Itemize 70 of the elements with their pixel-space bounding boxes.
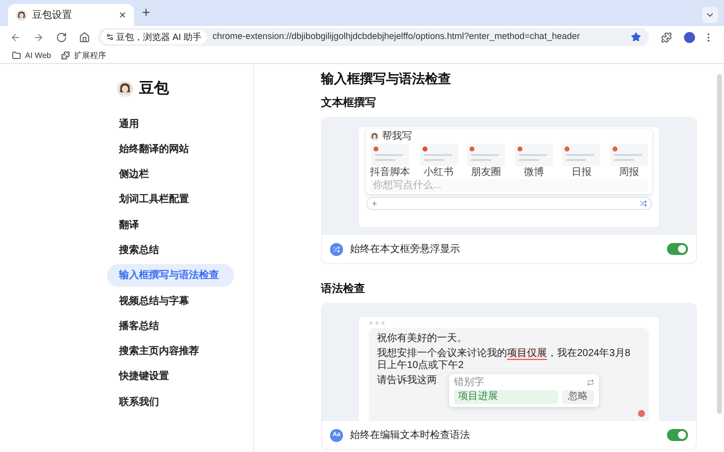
section-heading: 文本框撰写 — [321, 96, 377, 110]
template-thumbnail — [467, 144, 506, 166]
shuffle-icon — [640, 200, 647, 206]
toggle-switch[interactable] — [667, 243, 688, 255]
template-label: 抖音脚本 — [370, 166, 410, 178]
template-thumbnail — [562, 144, 600, 166]
message-text: 我想安排一个会议来讨论我的项目仅展，我在2024年3月8日上午10点或下午2 — [377, 348, 632, 372]
browser-tab[interactable]: 豆包设置 × — [8, 4, 134, 26]
template-label: 周报 — [618, 166, 639, 178]
bookmark-label: 扩展程序 — [74, 50, 106, 62]
reload-icon[interactable] — [56, 32, 67, 42]
extensions-icon[interactable] — [661, 32, 672, 42]
sidebar-item[interactable]: 划词工具栏配置 — [107, 188, 234, 212]
sidebar-item[interactable]: 通用 — [107, 112, 234, 136]
profile-avatar[interactable] — [684, 32, 695, 42]
sidebar-item[interactable]: 侧边栏 — [107, 163, 234, 186]
bookmark-star-icon[interactable] — [631, 32, 641, 42]
bookmark-item[interactable]: AI Web — [12, 50, 52, 62]
sidebar-item[interactable]: 播客总结 — [107, 314, 234, 338]
greeting-text: 祝你有美好的一天。 — [377, 333, 468, 345]
home-icon[interactable] — [79, 32, 90, 42]
sidebar-item[interactable]: 搜索主页内容推荐 — [107, 340, 234, 364]
puzzle-icon — [61, 51, 70, 60]
swap-icon — [587, 379, 594, 386]
tab-search-button[interactable] — [702, 7, 718, 23]
site-chip-label: 豆包，浏览器 AI 助手 — [116, 31, 202, 44]
sidebar-item[interactable]: 联系我们 — [107, 390, 234, 414]
popup-title: 错别字 — [454, 377, 484, 388]
avatar-icon — [370, 132, 379, 141]
brand-name: 豆包 — [139, 79, 169, 99]
template-label: 小红书 — [424, 166, 454, 178]
back-icon[interactable] — [10, 32, 21, 42]
sidebar-item[interactable]: 翻译 — [107, 214, 234, 237]
window-dots-icon — [369, 321, 387, 325]
popup-title: 帮我写 — [382, 130, 412, 142]
shuffle-icon — [330, 242, 343, 256]
avatar-icon — [16, 10, 27, 20]
sidebar-item[interactable]: 快捷键设置 — [107, 365, 234, 388]
option-label: 始终在编辑文本时检查语法 — [350, 428, 471, 442]
option-label: 始终在本文框旁悬浮显示 — [350, 242, 461, 256]
avatar-icon — [117, 81, 133, 98]
template-label: 微博 — [524, 166, 544, 178]
ignore-button[interactable]: 忽略 — [562, 390, 594, 404]
message-text: 请告诉我这两 — [377, 375, 437, 387]
plus-icon — [371, 200, 378, 206]
close-tab-button[interactable]: × — [118, 6, 126, 24]
suggestion-button[interactable]: 项目进展 — [454, 390, 558, 404]
sidebar-item[interactable]: 搜索总结 — [107, 238, 234, 262]
template-thumbnail — [371, 144, 409, 166]
page-title: 输入框撰写与语法检查 — [321, 70, 452, 88]
bookmark-item[interactable]: 扩展程序 — [61, 50, 106, 62]
address-bar[interactable]: 豆包，浏览器 AI 助手 chrome-extension://dbjibobgilijgolhjdcbdebjhejelffo/options.html?enter_method=chat_header — [98, 28, 649, 46]
forward-icon[interactable] — [33, 32, 44, 42]
template-thumbnail — [610, 144, 648, 166]
new-tab-button[interactable]: + — [142, 2, 150, 23]
sidebar-item[interactable]: 始终翻译的网站 — [107, 138, 234, 161]
template-label: 朋友圈 — [471, 166, 502, 178]
sidebar-item[interactable]: 输入框撰写与语法检查 — [107, 264, 234, 288]
site-chip[interactable]: 豆包，浏览器 AI 助手 — [101, 30, 207, 44]
template-thumbnail — [420, 144, 458, 166]
toggle-switch[interactable] — [667, 429, 688, 441]
bookmark-label: AI Web — [25, 50, 52, 62]
template-label: 日报 — [571, 166, 592, 178]
url-text: chrome-extension://dbjibobgilijgolhjdcbdebjhejelffo/options.html?enter_method=chat_header — [212, 30, 581, 44]
section-heading: 语法检查 — [321, 282, 366, 296]
template-thumbnail — [514, 144, 553, 166]
site-settings-icon — [106, 33, 114, 41]
prompt-field: 你想写点什么... — [370, 178, 648, 192]
sidebar-item[interactable]: 视频总结与字幕 — [107, 290, 234, 313]
folder-icon — [12, 51, 21, 60]
